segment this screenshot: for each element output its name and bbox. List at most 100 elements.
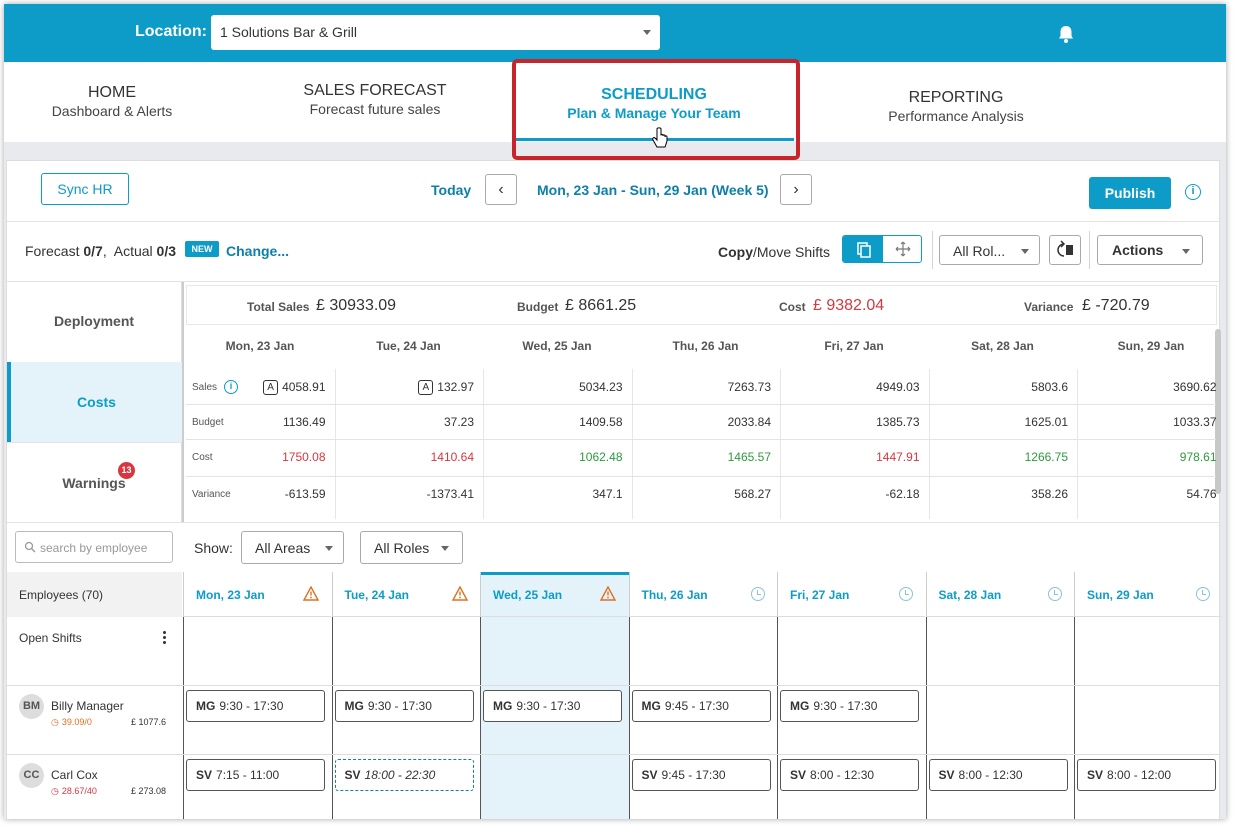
day-column-header[interactable]: Sun, 29 Jan [1074, 572, 1222, 617]
column-divider [331, 617, 333, 819]
cost-value: 1465.57 [727, 450, 771, 464]
location-select[interactable]: 1 Solutions Bar & Grill [211, 15, 660, 50]
chevron-down-icon [643, 30, 651, 35]
shift-block[interactable]: SV 18:00 - 22:30 [334, 759, 474, 791]
column-divider [1074, 617, 1075, 819]
divider [7, 281, 1221, 282]
cost-cell: 1136.49 [186, 415, 326, 429]
cost-value: 978.61 [1179, 450, 1217, 464]
hours-value: 28.67/40 [61, 786, 97, 796]
warning-icon[interactable] [600, 586, 616, 601]
tab-reporting[interactable]: REPORTING Performance Analysis [876, 89, 1036, 124]
tab-subtitle: Forecast future sales [309, 101, 441, 117]
cost-value: 1409.58 [579, 415, 623, 429]
warning-icon[interactable] [303, 586, 319, 601]
employee-cost: £ 273.08 [131, 786, 167, 796]
change-link[interactable]: Change... [226, 243, 289, 259]
cost-value: -613.59 [284, 487, 326, 501]
tab-costs[interactable]: Costs [7, 362, 182, 442]
day-column-header[interactable]: Sat, 28 Jan [925, 572, 1074, 617]
copy-move-toggle[interactable] [842, 235, 922, 263]
chevron-right-icon: › [793, 181, 799, 198]
actions-dropdown[interactable]: Actions [1097, 235, 1203, 265]
cost-cell: 7263.73 [632, 380, 771, 394]
cost-value: 7263.73 [727, 380, 771, 394]
clock-icon[interactable] [1047, 587, 1062, 601]
cost-cell: -62.18 [780, 487, 919, 501]
cost-cell: 1409.58 [483, 415, 623, 429]
publish-button[interactable]: Publish [1089, 177, 1171, 209]
actual-label: Actual [113, 243, 153, 259]
copy-label: Copy [718, 244, 753, 260]
swap-view-button[interactable] [1049, 235, 1081, 265]
scrollbar[interactable] [1215, 329, 1221, 494]
shift-block[interactable]: MG 9:30 - 17:30 [483, 690, 622, 722]
day-column-header[interactable]: Fri, 27 Jan [777, 572, 925, 617]
day-column-header[interactable]: Thu, 26 Jan [628, 572, 777, 617]
day-column-header[interactable]: Mon, 23 Jan [183, 572, 331, 617]
show-label: Show: [194, 540, 233, 556]
tab-warnings[interactable]: Warnings [7, 442, 182, 522]
cost-value: 1033.37 [1173, 415, 1217, 429]
info-icon[interactable]: i [1185, 184, 1201, 200]
roles-filter-dropdown[interactable]: All Rol... [939, 235, 1040, 265]
cost-value: 568.27 [734, 487, 771, 501]
cost-value: 358.26 [1031, 487, 1068, 501]
shift-block[interactable]: SV 8:00 - 12:30 [928, 759, 1068, 791]
shift-block[interactable]: MG 9:45 - 17:30 [631, 690, 771, 722]
shift-role: SV [196, 768, 213, 782]
shift-block[interactable]: SV 7:15 - 11:00 [186, 759, 325, 791]
clock-icon[interactable] [750, 587, 765, 601]
employee-name[interactable]: Billy Manager [51, 699, 124, 713]
cost-cell: 1062.48 [483, 450, 622, 464]
kebab-menu-icon[interactable] [162, 631, 168, 645]
cost-value: 1136.49 [283, 415, 326, 429]
copy-move-label: Copy/Move Shifts [718, 244, 830, 260]
day-column-header[interactable]: Wed, 25 Jan [480, 572, 628, 617]
row-divider [7, 754, 1221, 755]
shift-role: SV [790, 768, 807, 782]
shift-time: 8:00 - 12:00 [1107, 768, 1172, 782]
areas-filter-dropdown[interactable]: All Areas [241, 531, 344, 564]
row-divider [7, 685, 1221, 686]
shift-block[interactable]: SV 8:00 - 12:30 [780, 759, 919, 791]
prev-week-button[interactable]: ‹ [485, 174, 517, 205]
bell-icon[interactable] [1056, 24, 1076, 44]
copy-mode-option[interactable] [843, 236, 883, 262]
employee-name[interactable]: Carl Cox [51, 768, 98, 782]
total-sales-value: £ 30933.09 [316, 297, 397, 314]
location-value: 1 Solutions Bar & Grill [220, 24, 357, 40]
search-input[interactable]: search by employee [15, 531, 173, 563]
cost-cell: 1750.08 [186, 450, 325, 464]
budget-value: £ 8661.25 [565, 297, 637, 314]
tab-home[interactable]: HOME Dashboard & Alerts [34, 84, 190, 119]
clock-icon[interactable] [1196, 587, 1210, 601]
cost-value: 5803.6 [1031, 380, 1068, 394]
cost-value: 5034.23 [579, 380, 623, 394]
day-header: Mon, 23 Jan [225, 339, 295, 353]
tab-deployment[interactable]: Deployment [7, 282, 182, 362]
shift-block[interactable]: SV 9:45 - 17:30 [631, 759, 771, 791]
costs-table: Mon, 23 Jan Tue, 24 Jan Wed, 25 Jan Thu, 26… [186, 329, 1221, 519]
date-range[interactable]: Mon, 23 Jan - Sun, 29 Jan (Week 5) [537, 182, 769, 198]
sync-hr-button[interactable]: Sync HR [41, 173, 129, 205]
tab-sales-forecast[interactable]: SALES FORECAST Forecast future sales [290, 82, 460, 117]
warning-icon[interactable] [451, 586, 468, 601]
day-column-header[interactable]: Tue, 24 Jan [331, 572, 480, 617]
move-label: /Move Shifts [753, 244, 831, 260]
forecast-summary: Forecast 0/7, Actual 0/3 [25, 243, 177, 259]
roles-dropdown[interactable]: All Roles [360, 531, 463, 564]
shift-block[interactable]: MG 9:30 - 17:30 [334, 690, 474, 722]
move-icon[interactable] [883, 236, 922, 262]
shift-time: 7:15 - 11:00 [216, 768, 280, 782]
tab-warnings-label: Warnings [62, 475, 126, 491]
shift-block[interactable]: MG 9:30 - 17:30 [186, 690, 325, 722]
tab-subtitle: Performance Analysis [888, 108, 1024, 124]
today-button[interactable]: Today [431, 182, 471, 198]
next-week-button[interactable]: › [780, 174, 812, 205]
clock-icon[interactable] [899, 587, 913, 601]
day-header: Fri, 27 Jan [824, 339, 884, 353]
shift-block[interactable]: MG 9:30 - 17:30 [780, 690, 919, 722]
shift-block[interactable]: SV 8:00 - 12:00 [1077, 759, 1216, 791]
divider [182, 282, 184, 522]
